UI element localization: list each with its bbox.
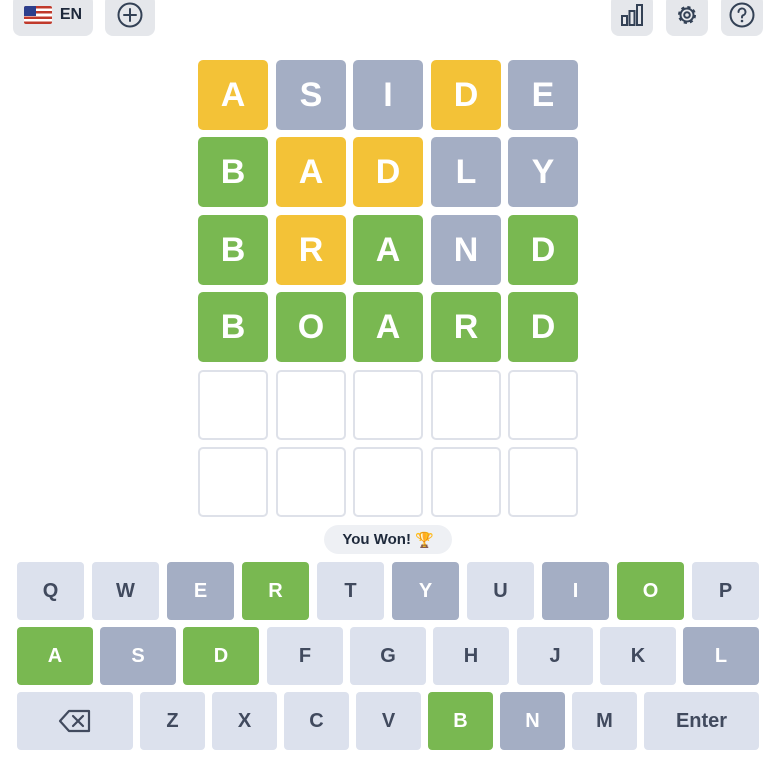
key-q[interactable]: Q <box>17 562 84 620</box>
gear-icon <box>678 6 696 24</box>
statistics-button[interactable] <box>611 0 653 36</box>
key-x[interactable]: X <box>212 692 277 750</box>
board-tile: D <box>508 292 578 362</box>
key-z[interactable]: Z <box>140 692 205 750</box>
board-tile <box>508 447 578 517</box>
board-tile: A <box>198 60 268 130</box>
board-tile: A <box>276 137 346 207</box>
help-button[interactable] <box>721 0 763 36</box>
board-tile: B <box>198 292 268 362</box>
key-j[interactable]: J <box>517 627 593 685</box>
key-e[interactable]: E <box>167 562 234 620</box>
board-tile: D <box>508 215 578 285</box>
question-circle-icon <box>729 2 755 28</box>
board-tile: I <box>353 60 423 130</box>
board-tile <box>431 447 501 517</box>
trophy-icon: 🏆 <box>414 531 434 549</box>
bar-chart-icon <box>621 4 643 26</box>
key-d[interactable]: D <box>183 627 259 685</box>
key-o[interactable]: O <box>617 562 684 620</box>
us-flag-icon <box>23 6 52 24</box>
key-l[interactable]: L <box>683 627 759 685</box>
board-tile <box>198 447 268 517</box>
language-selector[interactable]: EN <box>13 0 93 36</box>
key-h[interactable]: H <box>433 627 509 685</box>
board-tile: Y <box>508 137 578 207</box>
key-a[interactable]: A <box>17 627 93 685</box>
board-tile <box>353 447 423 517</box>
board-tile: S <box>276 60 346 130</box>
board-tile: A <box>353 215 423 285</box>
board-tile <box>508 370 578 440</box>
key-f[interactable]: F <box>267 627 343 685</box>
backspace-key[interactable] <box>17 692 133 750</box>
key-v[interactable]: V <box>356 692 421 750</box>
board-tile <box>276 370 346 440</box>
board-tile: D <box>353 137 423 207</box>
board-tile: N <box>431 215 501 285</box>
new-game-button[interactable] <box>105 0 155 36</box>
key-n[interactable]: N <box>500 692 565 750</box>
key-y[interactable]: Y <box>392 562 459 620</box>
key-m[interactable]: M <box>572 692 637 750</box>
board-tile: L <box>431 137 501 207</box>
key-c[interactable]: C <box>284 692 349 750</box>
win-message-badge: You Won! 🏆 <box>324 525 452 554</box>
board-tile: E <box>508 60 578 130</box>
key-s[interactable]: S <box>100 627 176 685</box>
key-t[interactable]: T <box>317 562 384 620</box>
board-tile <box>198 370 268 440</box>
settings-button[interactable] <box>666 0 708 36</box>
board-tile <box>353 370 423 440</box>
plus-circle-icon <box>117 2 143 28</box>
key-u[interactable]: U <box>467 562 534 620</box>
win-message-text: You Won! <box>342 531 411 548</box>
board-tile: R <box>276 215 346 285</box>
key-i[interactable]: I <box>542 562 609 620</box>
key-r[interactable]: R <box>242 562 309 620</box>
backspace-icon <box>58 709 91 733</box>
board-tile: B <box>198 137 268 207</box>
board-tile <box>276 447 346 517</box>
board-tile: D <box>431 60 501 130</box>
key-k[interactable]: K <box>600 627 676 685</box>
key-g[interactable]: G <box>350 627 426 685</box>
key-b[interactable]: B <box>428 692 493 750</box>
board-tile: O <box>276 292 346 362</box>
key-w[interactable]: W <box>92 562 159 620</box>
board-tile: A <box>353 292 423 362</box>
enter-key[interactable]: Enter <box>644 692 759 750</box>
board-tile: R <box>431 292 501 362</box>
board-tile: B <box>198 215 268 285</box>
language-code: EN <box>59 6 83 23</box>
board-tile <box>431 370 501 440</box>
key-p[interactable]: P <box>692 562 759 620</box>
